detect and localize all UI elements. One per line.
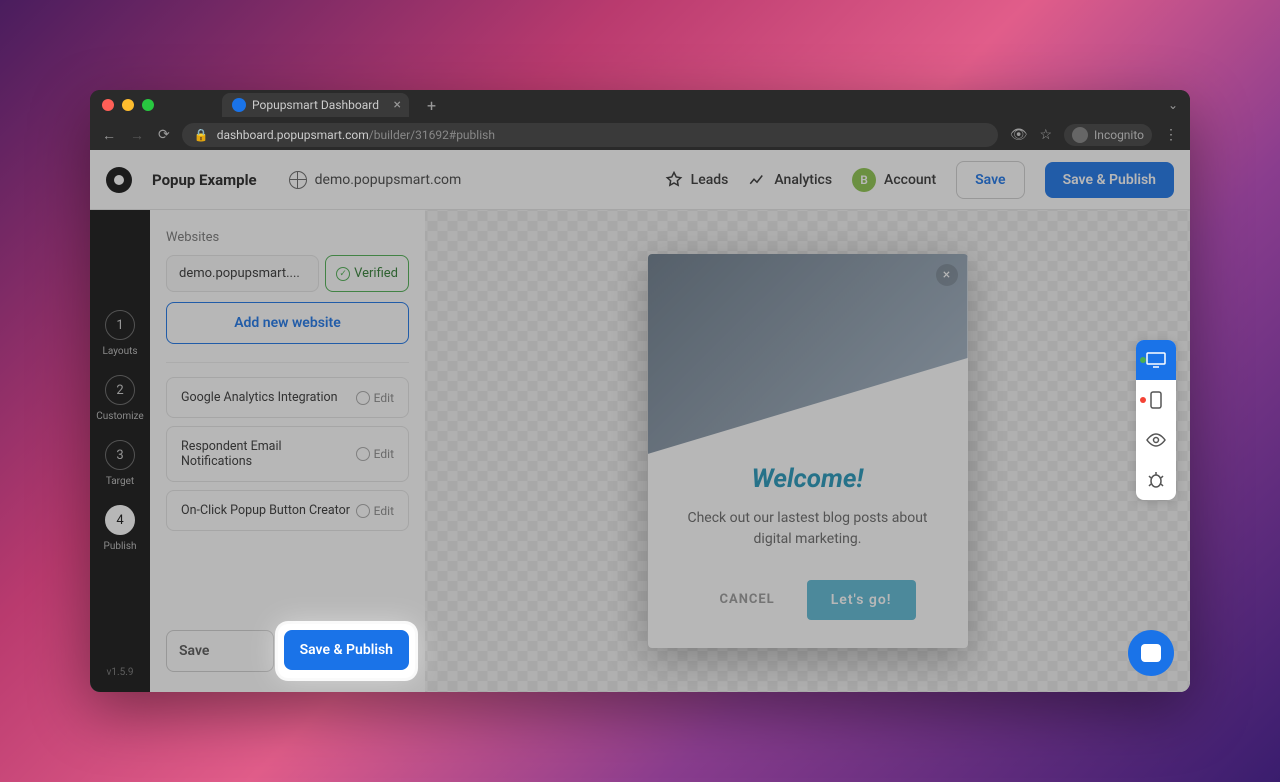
bug-icon — [1147, 471, 1165, 489]
footer-publish-button[interactable]: Save & Publish — [284, 630, 409, 670]
chat-icon — [1141, 644, 1161, 662]
leads-icon — [665, 171, 683, 189]
preview-toolbar — [1136, 340, 1176, 500]
mobile-preview-button[interactable] — [1136, 380, 1176, 420]
app-header: Popup Example demo.popupsmart.com Leads … — [90, 150, 1190, 210]
header-publish-button[interactable]: Save & Publish — [1045, 162, 1174, 198]
popup-text: Check out our lastest blog posts about d… — [672, 508, 944, 550]
app-logo-icon[interactable] — [106, 167, 132, 193]
integration-email-notifications[interactable]: Respondent Email Notifications Edit — [166, 426, 409, 482]
browser-tab[interactable]: Popupsmart Dashboard × — [222, 93, 409, 117]
maximize-window-icon[interactable] — [142, 99, 154, 111]
websites-section-label: Websites — [166, 230, 409, 245]
gear-icon — [356, 504, 370, 518]
popup-preview: × Welcome! Check out our lastest blog po… — [648, 254, 968, 648]
footer-save-button[interactable]: Save — [166, 630, 274, 672]
config-panel: Websites demo.popupsmart.... ✓ Verified … — [150, 210, 425, 692]
gear-icon — [356, 391, 370, 405]
chat-launcher[interactable] — [1128, 630, 1174, 676]
gear-icon — [356, 447, 370, 461]
header-save-button[interactable]: Save — [956, 161, 1024, 199]
account-link[interactable]: B Account — [852, 168, 936, 192]
eye-off-icon[interactable]: 👁 — [1010, 127, 1028, 143]
highlight: Save & Publish — [278, 624, 415, 678]
version-label: v1.5.9 — [107, 667, 134, 678]
globe-icon — [289, 171, 307, 189]
add-website-button[interactable]: Add new website — [166, 302, 409, 344]
address-bar: ← → ⟳ 🔒 dashboard.popupsmart.com/builder… — [90, 120, 1190, 150]
window-controls — [102, 99, 154, 111]
integration-button-creator[interactable]: On-Click Popup Button Creator Edit — [166, 490, 409, 531]
desktop-preview-button[interactable] — [1136, 340, 1176, 380]
visibility-button[interactable] — [1136, 420, 1176, 460]
desktop-icon — [1146, 352, 1166, 368]
incognito-badge[interactable]: Incognito — [1064, 124, 1152, 146]
divider — [166, 362, 409, 363]
eye-icon — [1146, 433, 1166, 447]
popup-title: Welcome! — [672, 464, 944, 494]
lock-icon: 🔒 — [194, 128, 209, 142]
verified-badge: ✓ Verified — [325, 255, 409, 292]
step-target[interactable]: 3 Target — [105, 440, 135, 487]
integration-google-analytics[interactable]: Google Analytics Integration Edit — [166, 377, 409, 418]
minimize-window-icon[interactable] — [122, 99, 134, 111]
tab-close-icon[interactable]: × — [394, 97, 401, 113]
url-field[interactable]: 🔒 dashboard.popupsmart.com/builder/31692… — [182, 123, 998, 147]
leads-link[interactable]: Leads — [665, 171, 729, 189]
debug-button[interactable] — [1136, 460, 1176, 500]
titlebar: Popupsmart Dashboard × + ⌄ — [90, 90, 1190, 120]
close-window-icon[interactable] — [102, 99, 114, 111]
analytics-link[interactable]: Analytics — [748, 171, 832, 189]
browser-window: Popupsmart Dashboard × + ⌄ ← → ⟳ 🔒 dashb… — [90, 90, 1190, 692]
tab-favicon-icon — [232, 98, 246, 112]
website-input[interactable]: demo.popupsmart.... — [166, 255, 319, 292]
edit-link[interactable]: Edit — [356, 504, 394, 518]
mobile-icon — [1150, 391, 1162, 409]
popup-cancel-button[interactable]: CANCEL — [699, 580, 794, 620]
site-link[interactable]: demo.popupsmart.com — [289, 171, 462, 189]
tabs-chevron-icon[interactable]: ⌄ — [1168, 98, 1178, 112]
popup-go-button[interactable]: Let's go! — [807, 580, 916, 620]
step-customize[interactable]: 2 Customize — [96, 375, 143, 422]
step-publish[interactable]: 4 Publish — [104, 505, 137, 552]
analytics-icon — [748, 171, 766, 189]
forward-icon: → — [130, 127, 144, 144]
check-icon: ✓ — [336, 267, 350, 281]
edit-link[interactable]: Edit — [356, 391, 394, 405]
preview-area: × Welcome! Check out our lastest blog po… — [425, 210, 1190, 692]
bookmark-icon[interactable]: ☆ — [1039, 127, 1052, 143]
new-tab-button[interactable]: + — [427, 96, 436, 115]
popup-name: Popup Example — [152, 171, 257, 189]
step-layouts[interactable]: 1 Layouts — [102, 310, 137, 357]
popup-close-icon[interactable]: × — [936, 264, 958, 286]
menu-icon[interactable]: ⋮ — [1164, 127, 1178, 143]
app-frame: Popup Example demo.popupsmart.com Leads … — [90, 150, 1190, 692]
avatar: B — [852, 168, 876, 192]
tab-title: Popupsmart Dashboard — [252, 98, 379, 112]
reload-icon[interactable]: ⟳ — [158, 127, 170, 144]
incognito-icon — [1072, 127, 1088, 143]
sidenav: 1 Layouts 2 Customize 3 Target 4 Publish… — [90, 210, 150, 692]
back-icon[interactable]: ← — [102, 127, 116, 144]
edit-link[interactable]: Edit — [356, 447, 394, 461]
